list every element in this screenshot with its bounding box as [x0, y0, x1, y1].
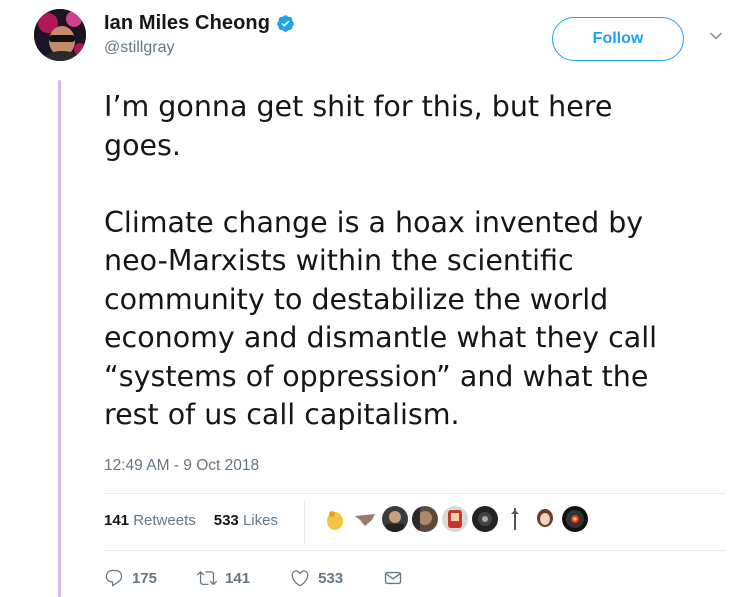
chevron-down-icon[interactable] — [708, 28, 724, 44]
display-name[interactable]: Ian Miles Cheong — [104, 12, 270, 35]
avatar[interactable] — [34, 9, 86, 61]
avatar-image — [34, 9, 86, 61]
divider — [104, 550, 726, 551]
retweet-count: 141 — [225, 569, 251, 587]
like-count: 533 — [318, 569, 344, 587]
tweet-stats: 141 Retweets 533 Likes — [104, 512, 278, 529]
retweets-stat[interactable]: 141 Retweets — [104, 512, 196, 529]
tweet-text: I’m gonna get shit for this, but here go… — [104, 90, 658, 431]
envelope-icon — [384, 571, 402, 585]
tweet-timestamp[interactable]: 12:49 AM - 9 Oct 2018 — [104, 457, 259, 475]
liker-avatar[interactable] — [562, 506, 588, 532]
author-handle[interactable]: @stillgray — [104, 39, 295, 57]
retweet-action[interactable]: 141 — [197, 568, 250, 588]
verified-badge-icon — [277, 15, 294, 32]
divider — [104, 493, 726, 494]
reply-action[interactable]: 175 — [104, 568, 157, 588]
likes-stat[interactable]: 533 Likes — [214, 512, 278, 529]
like-action[interactable]: 533 — [290, 568, 343, 588]
thread-line — [58, 80, 61, 597]
action-bar: 175 141 533 — [104, 568, 443, 588]
liker-avatar[interactable] — [352, 506, 378, 532]
stats-separator — [304, 500, 305, 544]
heart-icon — [291, 570, 309, 587]
likers-avatars — [322, 506, 588, 532]
reply-count: 175 — [132, 569, 158, 587]
follow-button[interactable]: Follow — [552, 17, 684, 61]
liker-avatar[interactable] — [442, 506, 468, 532]
author-header: Ian Miles Cheong @stillgray — [104, 12, 295, 57]
liker-avatar[interactable] — [322, 506, 348, 532]
liker-avatar[interactable] — [502, 506, 528, 532]
message-action[interactable] — [383, 568, 403, 588]
likes-count: 533 — [213, 512, 239, 529]
reply-icon — [105, 569, 123, 587]
retweet-icon — [197, 571, 218, 586]
liker-avatar[interactable] — [382, 506, 408, 532]
likes-label: Likes — [242, 512, 278, 529]
retweets-count: 141 — [104, 512, 130, 529]
liker-avatar[interactable] — [472, 506, 498, 532]
liker-avatar[interactable] — [532, 506, 558, 532]
retweets-label: Retweets — [133, 512, 196, 529]
liker-avatar[interactable] — [412, 506, 438, 532]
